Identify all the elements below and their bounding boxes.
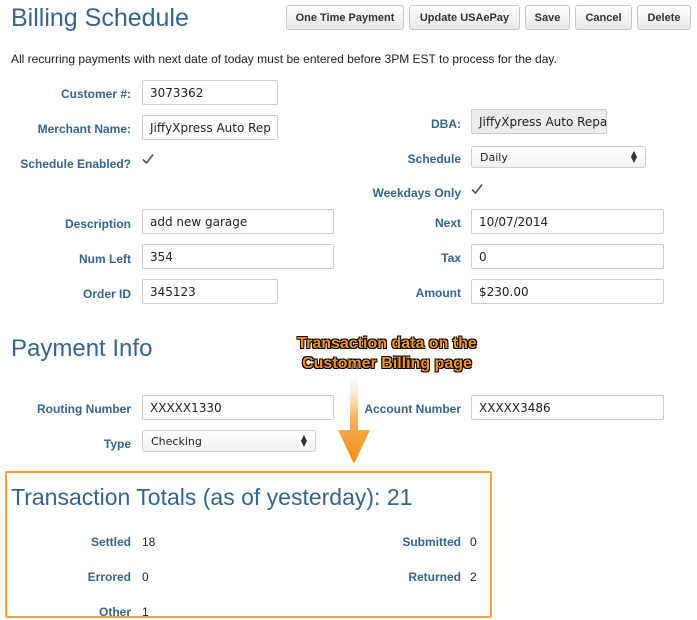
errored-label: Errored (87, 570, 131, 584)
schedule-label: Schedule (407, 152, 461, 166)
settled-value: 18 (142, 535, 156, 549)
next-date-input[interactable]: 10/07/2014 (471, 209, 664, 234)
annotation-line-2: Customer Billing page (302, 355, 472, 372)
description-label: Description (64, 217, 131, 231)
tax-label: Tax (441, 251, 461, 265)
tax-input[interactable]: 0 (471, 244, 664, 269)
update-usaepay-button[interactable]: Update USAePay (409, 5, 520, 30)
account-number-label: Account Number (364, 402, 461, 416)
select-arrows-icon: ▲ ▼ (630, 149, 637, 164)
other-label: Other (98, 605, 131, 619)
annotation-callout: Transaction data on the Customer Billing… (282, 334, 492, 374)
submitted-label: Submitted (402, 535, 461, 549)
next-label: Next (434, 216, 461, 230)
weekdays-only-checkbox[interactable] (471, 183, 483, 195)
schedule-select[interactable]: Daily ▲ ▼ (471, 146, 646, 168)
annotation-line-1: Transaction data on the (297, 335, 477, 352)
transaction-totals-heading: Transaction Totals (as of yesterday): 21 (11, 484, 413, 510)
routing-number-label: Routing Number (37, 402, 131, 416)
amount-input[interactable]: $230.00 (471, 279, 664, 304)
notice-text: All recurring payments with next date of… (11, 52, 557, 66)
page-title: Billing Schedule (11, 4, 189, 32)
cancel-button[interactable]: Cancel (575, 5, 632, 30)
type-label: Type (103, 437, 131, 451)
num-left-input[interactable]: 354 (142, 244, 334, 269)
weekdays-only-label: Weekdays Only (372, 186, 462, 200)
errored-value: 0 (142, 570, 149, 584)
schedule-enabled-checkbox[interactable] (142, 153, 154, 165)
select-arrows-icon: ▲ ▼ (300, 433, 307, 448)
customer-number-input[interactable]: 3073362 (142, 80, 278, 105)
payment-type-select-value: Checking (151, 434, 202, 448)
delete-button[interactable]: Delete (637, 5, 691, 30)
description-input[interactable]: add new garage (142, 209, 334, 234)
settled-label: Settled (90, 535, 131, 549)
payment-info-heading: Payment Info (11, 335, 153, 362)
arrow-down-icon (338, 380, 370, 464)
routing-number-input[interactable]: XXXXX1330 (142, 395, 334, 420)
num-left-label: Num Left (79, 252, 131, 266)
dba-input: JiffyXpress Auto Repa (471, 109, 607, 134)
amount-label: Amount (415, 286, 461, 300)
account-number-input[interactable]: XXXXX3486 (471, 395, 664, 420)
customer-number-label: Customer #: (60, 87, 131, 101)
returned-value: 2 (470, 570, 477, 584)
merchant-name-input[interactable]: JiffyXpress Auto Rep (142, 115, 278, 140)
order-id-input[interactable]: 345123 (142, 279, 278, 304)
dba-label: DBA: (431, 117, 461, 131)
save-button[interactable]: Save (525, 5, 570, 30)
schedule-enabled-label: Schedule Enabled? (20, 157, 131, 171)
merchant-name-label: Merchant Name: (37, 122, 131, 136)
schedule-select-value: Daily (480, 150, 508, 164)
one-time-payment-button[interactable]: One Time Payment (286, 5, 404, 30)
other-value: 1 (142, 605, 149, 619)
order-id-label: Order ID (82, 287, 131, 301)
payment-type-select[interactable]: Checking ▲ ▼ (142, 430, 316, 452)
returned-label: Returned (408, 570, 461, 584)
submitted-value: 0 (470, 535, 477, 549)
